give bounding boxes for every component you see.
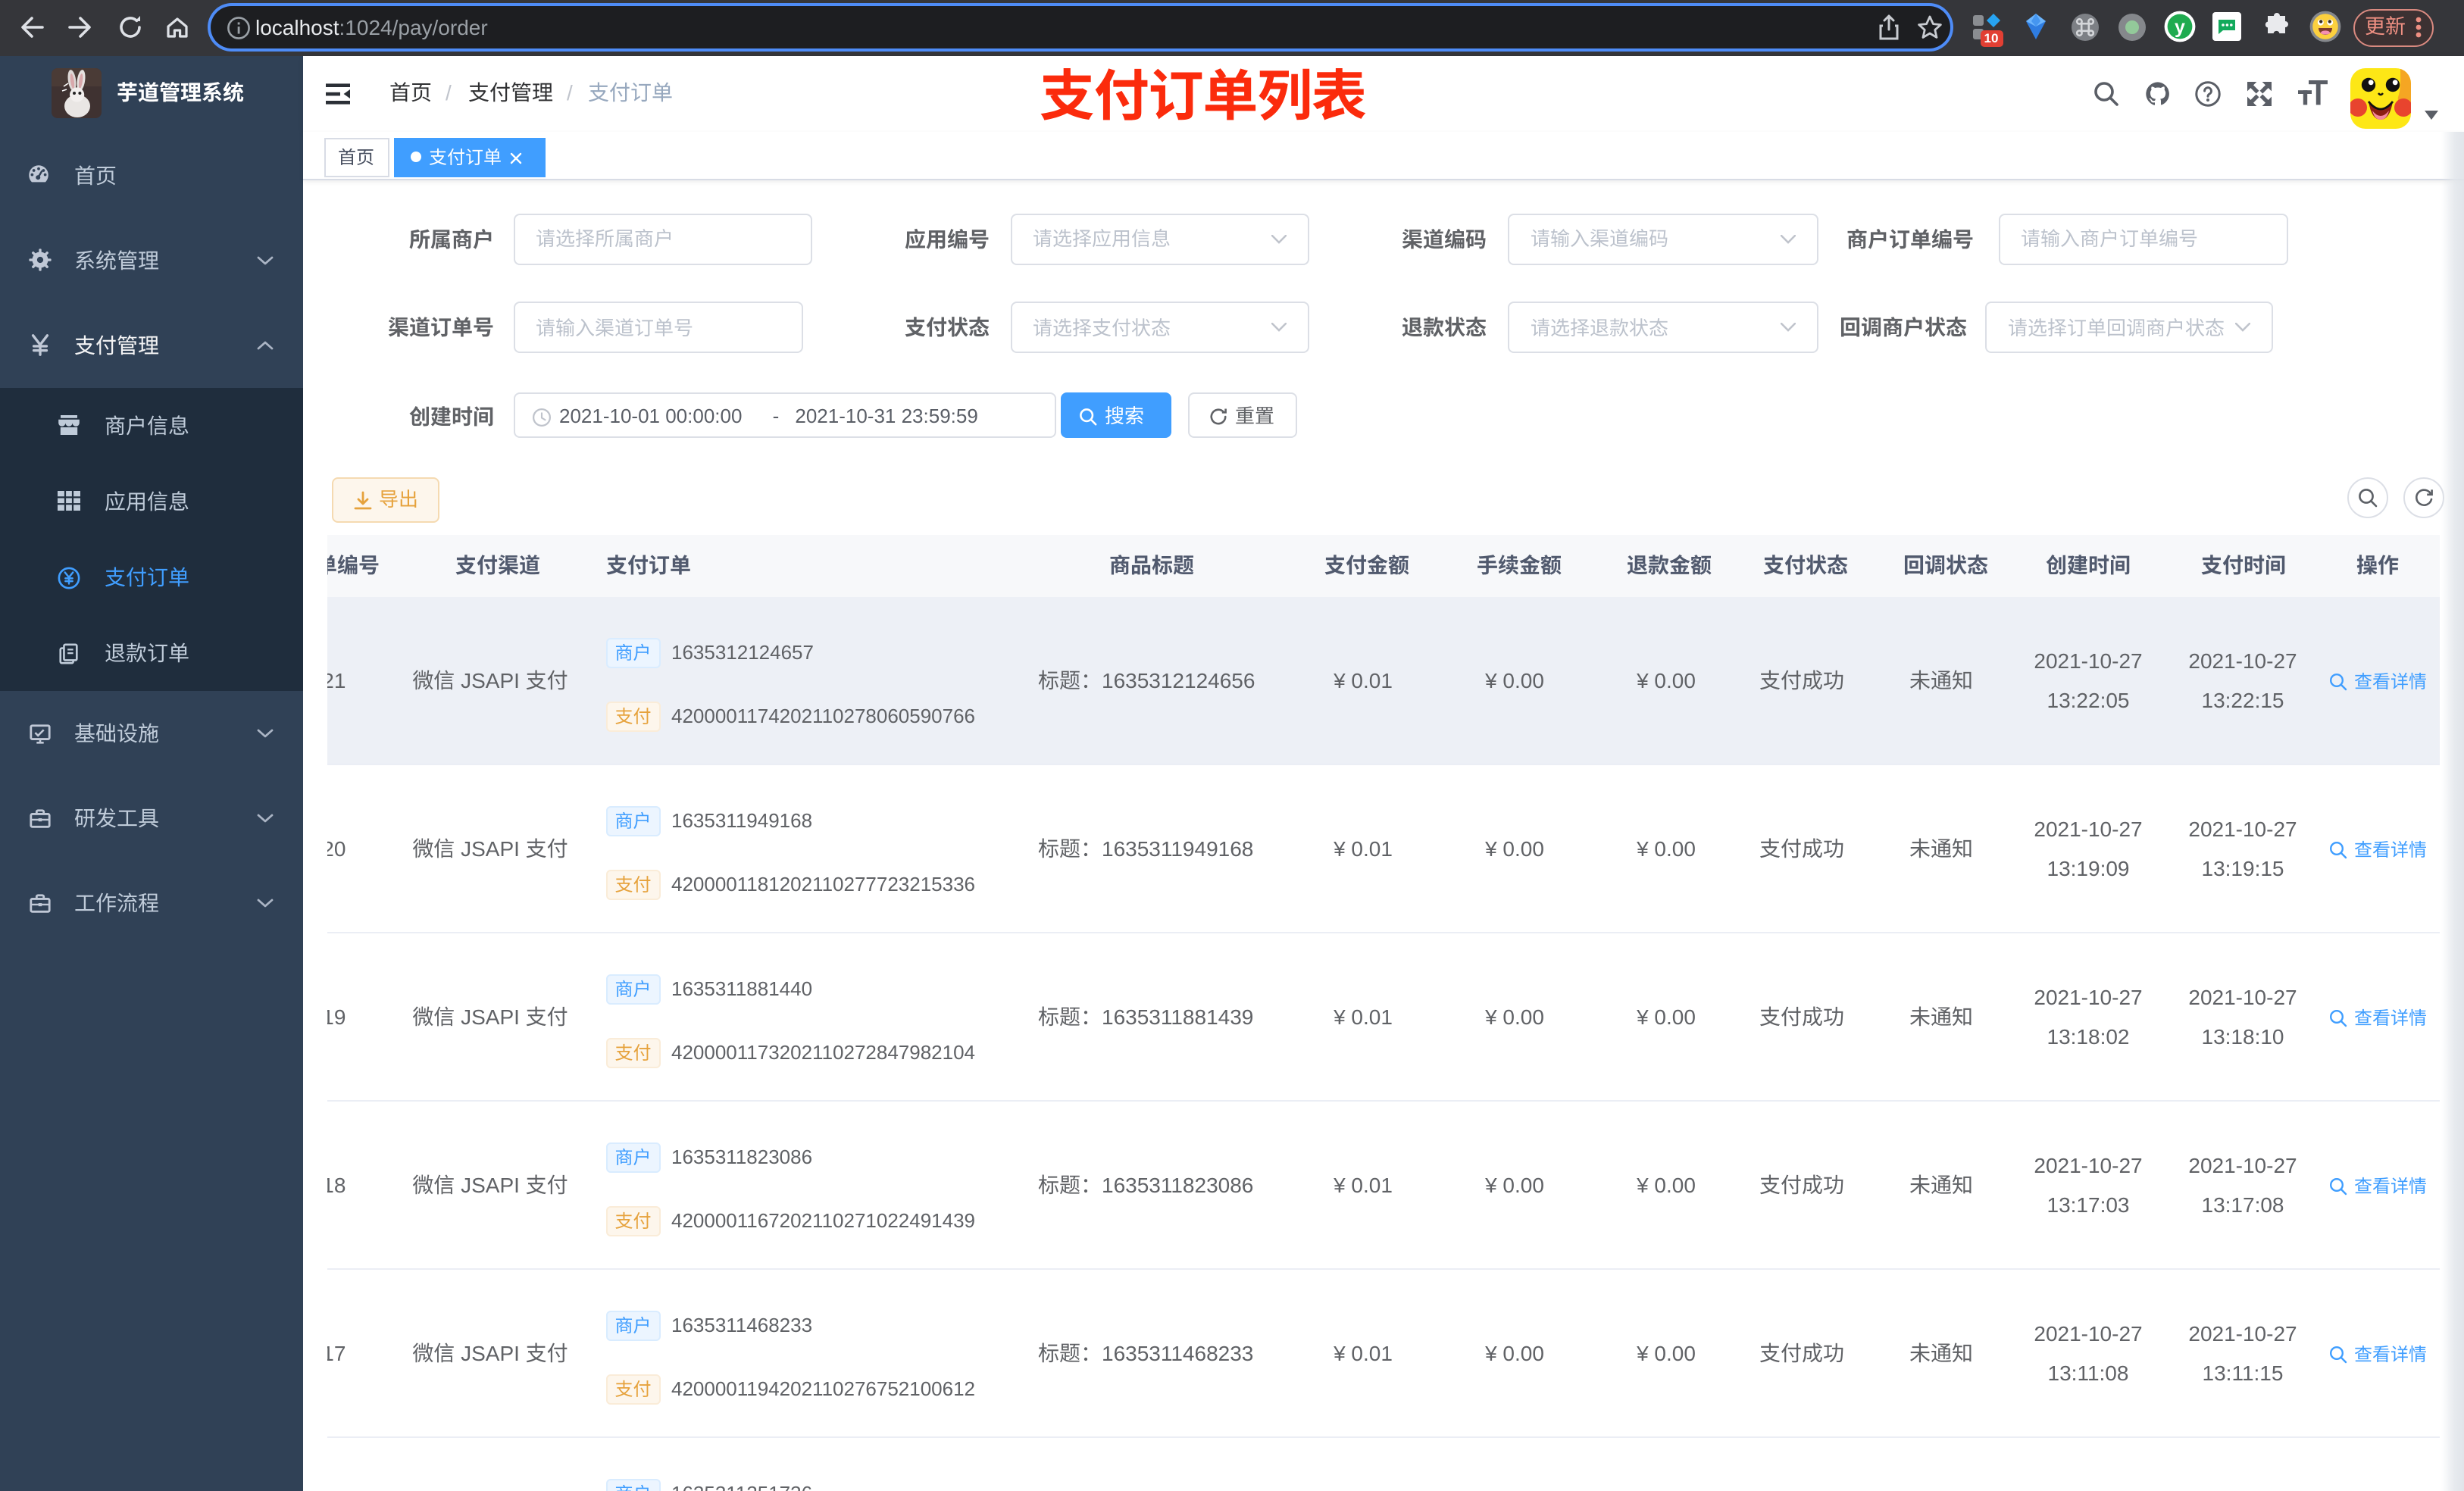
- svg-text:y: y: [2175, 17, 2185, 38]
